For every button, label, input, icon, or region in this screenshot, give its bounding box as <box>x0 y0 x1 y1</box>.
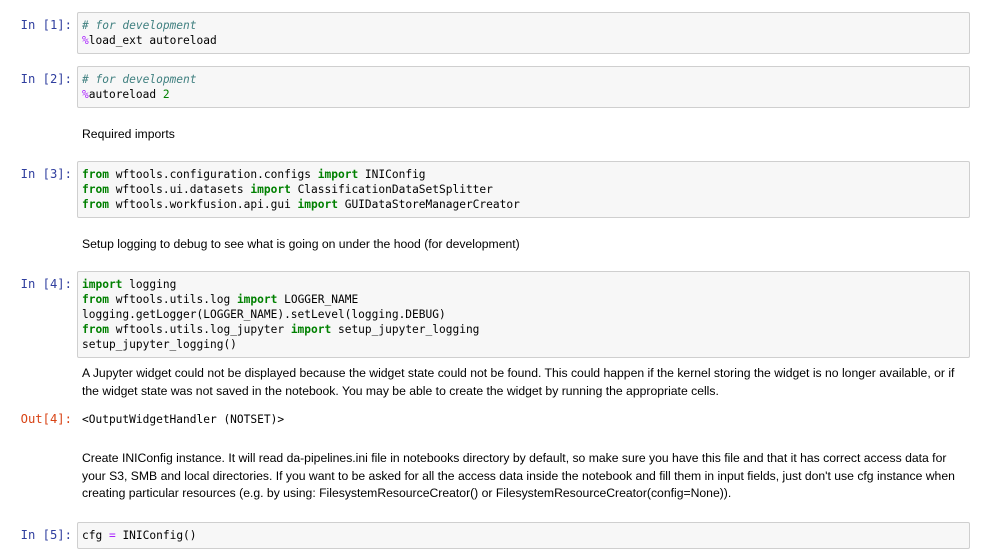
keyword-from: from <box>82 323 109 336</box>
code-line: import logging <box>82 277 965 292</box>
import-name: INIConfig <box>358 168 426 181</box>
markdown-cell-setup-logging: Setup logging to debug to see what is go… <box>82 237 520 251</box>
import-name: setup_jupyter_logging <box>331 323 480 336</box>
input-prompt: In [1]: <box>20 18 72 32</box>
markdown-cell-required-imports: Required imports <box>82 127 175 141</box>
code-line: # for development <box>82 18 965 33</box>
code-line: # for development <box>82 72 965 87</box>
keyword-import: import <box>250 183 291 196</box>
code-line: from wftools.workfusion.api.gui import G… <box>82 197 965 212</box>
code-text: autoreload <box>88 88 163 101</box>
markdown-cell-iniconfig: Create INIConfig instance. It will read … <box>82 451 955 500</box>
code-text: load_ext autoreload <box>88 34 217 47</box>
code-line: from wftools.configuration.configs impor… <box>82 167 965 182</box>
keyword-import: import <box>290 323 332 336</box>
operator: = <box>108 529 116 542</box>
import-name: ClassificationDataSetSplitter <box>290 183 493 196</box>
code-number: 2 <box>162 88 170 101</box>
output-text: <OutputWidgetHandler (NOTSET)> <box>82 413 285 426</box>
keyword-import: import <box>317 168 359 181</box>
import-name: LOGGER_NAME <box>277 293 359 306</box>
code-line: from wftools.ui.datasets import Classifi… <box>82 182 965 197</box>
module-name: wftools.workfusion.api.gui <box>108 198 298 211</box>
code-line: logging.getLogger(LOGGER_NAME).setLevel(… <box>82 308 446 321</box>
code-editor[interactable]: # for development %load_ext autoreload <box>77 12 970 54</box>
keyword-from: from <box>82 168 109 181</box>
magic-prefix: % <box>82 88 89 101</box>
code-comment: # for development <box>82 73 197 86</box>
widget-error-message: A Jupyter widget could not be displayed … <box>82 366 955 398</box>
keyword-import: import <box>236 293 278 306</box>
output-prompt: Out[4]: <box>20 412 72 426</box>
code-comment: # for development <box>82 19 197 32</box>
code-line: cfg = INIConfig() <box>82 528 965 543</box>
code-text: cfg <box>82 529 109 542</box>
input-prompt: In [3]: <box>20 167 72 181</box>
input-prompt: In [4]: <box>20 277 72 291</box>
module-name: wftools.ui.datasets <box>108 183 251 196</box>
import-name: GUIDataStoreManagerCreator <box>337 198 520 211</box>
input-prompt: In [2]: <box>20 72 72 86</box>
module-name: wftools.utils.log <box>108 293 237 306</box>
magic-prefix: % <box>82 34 89 47</box>
code-text: INIConfig() <box>115 529 197 542</box>
code-line: %load_ext autoreload <box>82 33 965 48</box>
code-line: %autoreload 2 <box>82 87 965 102</box>
module-name: wftools.configuration.configs <box>108 168 318 181</box>
code-editor[interactable]: import logging from wftools.utils.log im… <box>77 271 970 358</box>
code-editor[interactable]: # for development %autoreload 2 <box>77 66 970 108</box>
code-editor[interactable]: cfg = INIConfig() <box>77 522 970 549</box>
module-name: logging <box>122 278 177 291</box>
code-line: from wftools.utils.log_jupyter import se… <box>82 322 965 337</box>
keyword-from: from <box>82 293 109 306</box>
code-editor[interactable]: from wftools.configuration.configs impor… <box>77 161 970 218</box>
code-line: from wftools.utils.log import LOGGER_NAM… <box>82 292 965 307</box>
keyword-import: import <box>297 198 338 211</box>
module-name: wftools.utils.log_jupyter <box>108 323 291 336</box>
input-prompt: In [5]: <box>20 528 72 542</box>
keyword-from: from <box>82 198 109 211</box>
code-line: setup_jupyter_logging() <box>82 338 237 351</box>
keyword-import: import <box>82 278 123 291</box>
keyword-from: from <box>82 183 109 196</box>
